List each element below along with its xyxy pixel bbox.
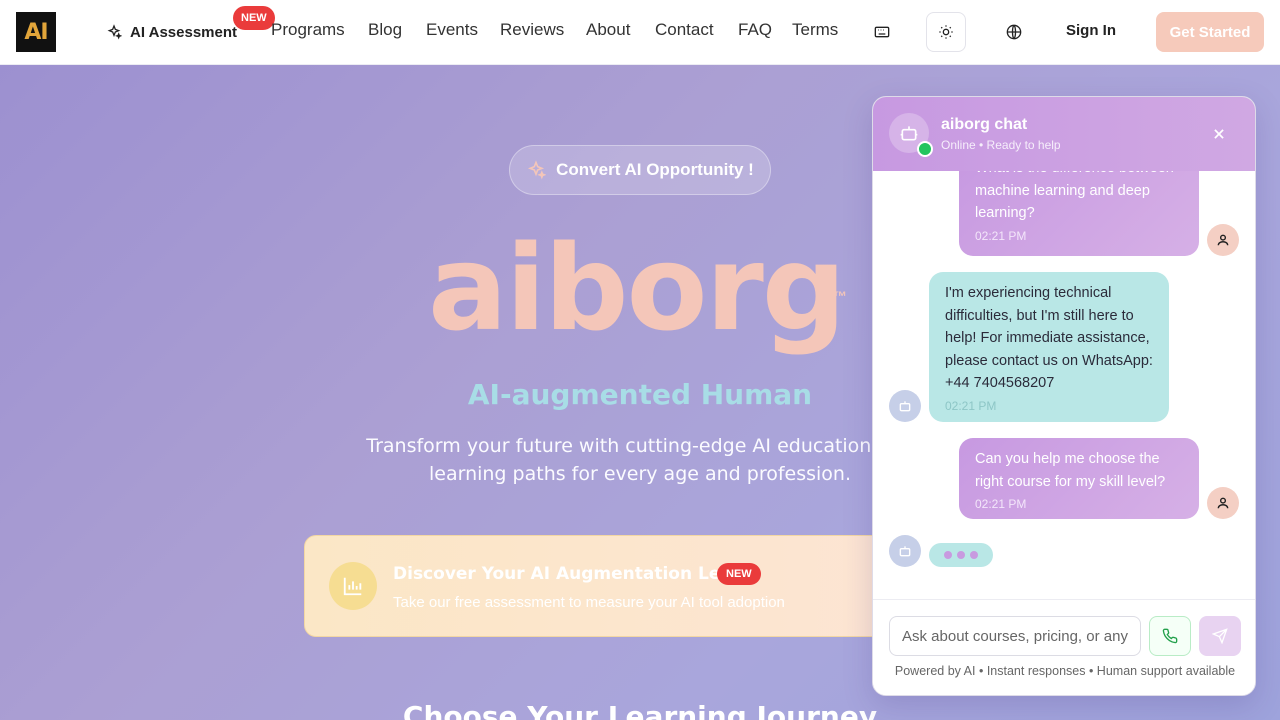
globe-icon [1006, 24, 1022, 40]
send-icon [1212, 628, 1228, 644]
message-time: 02:21 PM [975, 497, 1027, 511]
powered-by-text: Powered by AI • Instant responses • Huma… [894, 664, 1236, 678]
bot-avatar-small [889, 535, 921, 567]
chat-messages[interactable]: What is the difference between machine l… [873, 171, 1255, 599]
logo[interactable]: AI [16, 12, 56, 52]
nav-link-events[interactable]: Events [426, 20, 478, 40]
sign-in-button[interactable]: Sign In [1066, 22, 1116, 39]
assessment-title: Discover Your AI Augmentation Level [393, 564, 749, 584]
chat-message-user: What is the difference between machine l… [959, 171, 1199, 256]
chat-footer: Powered by AI • Instant responses • Huma… [873, 599, 1255, 695]
hero-subtitle: AI-augmented Human [467, 378, 813, 411]
get-started-button[interactable]: Get Started [1156, 12, 1264, 52]
convert-ai-pill[interactable]: Convert AI Opportunity ! [509, 145, 771, 195]
keyboard-shortcuts-button[interactable] [862, 12, 902, 52]
new-badge: NEW [233, 6, 275, 30]
phone-icon [1162, 628, 1178, 644]
user-avatar [1207, 224, 1239, 256]
convert-ai-label: Convert AI Opportunity ! [556, 160, 754, 179]
typing-indicator [929, 543, 993, 567]
chat-message-user: Can you help me choose the right course … [959, 438, 1199, 519]
bot-avatar-small [889, 390, 921, 422]
close-chat-button[interactable] [1207, 122, 1231, 146]
message-time: 02:21 PM [975, 228, 1027, 243]
message-text: I'm experiencing technical difficulties,… [945, 285, 1153, 391]
close-icon [1214, 129, 1224, 139]
chart-icon [329, 562, 377, 610]
keyboard-icon [874, 26, 890, 38]
robot-icon [899, 401, 911, 412]
nav-link-faq[interactable]: FAQ [738, 20, 772, 40]
user-avatar [1207, 487, 1239, 519]
call-button[interactable] [1149, 616, 1191, 656]
top-nav: AI AI Assessment NEW Programs Blog Event… [0, 0, 1280, 65]
sparkle-icon [107, 24, 122, 40]
message-time: 02:21 PM [945, 398, 997, 413]
chat-input[interactable] [889, 616, 1141, 656]
assessment-new-badge: NEW [717, 563, 761, 585]
robot-icon [899, 546, 911, 557]
message-text: Can you help me choose the right course … [975, 451, 1166, 490]
user-icon [1217, 234, 1229, 246]
nav-link-terms[interactable]: Terms [792, 20, 838, 40]
chat-message-bot: I'm experiencing technical difficulties,… [929, 272, 1169, 422]
nav-link-contact[interactable]: Contact [655, 20, 714, 40]
sun-icon [939, 25, 953, 39]
chat-status: Online • Ready to help [941, 138, 1061, 152]
message-text: What is the difference between machine l… [975, 171, 1174, 221]
ai-assessment-link[interactable]: AI Assessment [100, 14, 243, 50]
nav-link-programs[interactable]: Programs [271, 20, 345, 40]
trademark-symbol: ™ [833, 288, 847, 304]
language-button[interactable] [994, 12, 1034, 52]
send-button[interactable] [1199, 616, 1241, 656]
sparkle-icon [528, 160, 547, 180]
assessment-subtitle: Take our free assessment to measure your… [393, 594, 785, 611]
robot-icon [900, 126, 918, 141]
ai-assessment-label: AI Assessment [130, 23, 237, 41]
nav-link-about[interactable]: About [586, 20, 630, 40]
section-heading: Choose Your Learning Journey [402, 700, 878, 720]
chat-widget: aiborg chat Online • Ready to help What … [872, 96, 1256, 696]
nav-link-blog[interactable]: Blog [368, 20, 402, 40]
user-icon [1217, 497, 1229, 509]
chat-header: aiborg chat Online • Ready to help [873, 97, 1255, 171]
chat-title: aiborg chat [941, 116, 1028, 133]
nav-link-reviews[interactable]: Reviews [500, 20, 564, 40]
theme-toggle-button[interactable] [926, 12, 966, 52]
online-indicator [917, 141, 933, 157]
brand-wordmark: aiborg [428, 219, 846, 357]
